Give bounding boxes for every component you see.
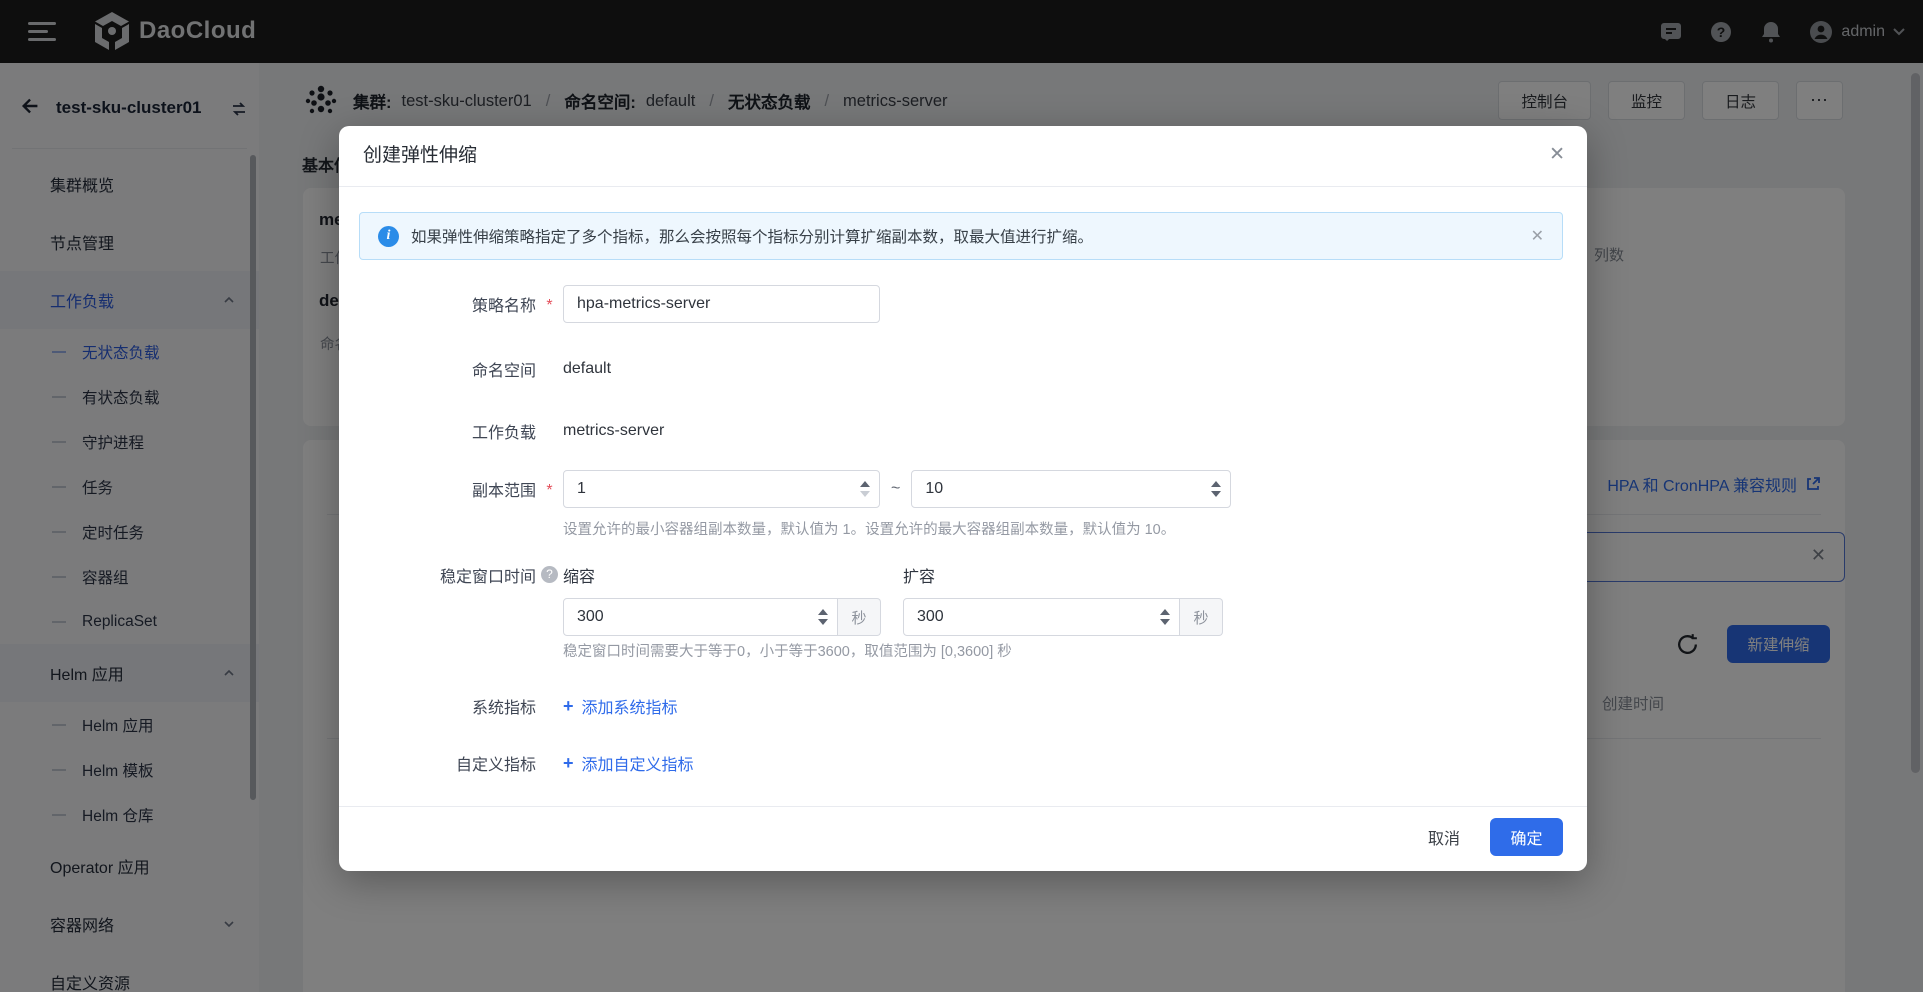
replica-min-stepper[interactable] [860, 481, 870, 497]
replica-max-stepper[interactable] [1211, 481, 1221, 497]
add-custom-metric-link[interactable]: + 添加自定义指标 [563, 751, 694, 775]
scale-out-label: 扩容 [903, 563, 1223, 587]
scale-in-stepper[interactable] [818, 609, 828, 625]
scale-in-label: 缩容 [563, 563, 881, 587]
replica-range-helper: 设置允许的最小容器组副本数量，默认值为 1。设置允许的最大容器组副本数量，默认值… [563, 518, 1175, 539]
modal-header-divider [339, 186, 1587, 187]
info-alert-text: 如果弹性伸缩策略指定了多个指标，那么会按照每个指标分别计算扩缩副本数，取最大值进… [411, 225, 1519, 247]
seconds-unit: 秒 [1180, 598, 1223, 636]
confirm-button[interactable]: 确定 [1490, 818, 1563, 856]
required-asterisk: * [546, 297, 552, 314]
alert-close-icon[interactable]: ✕ [1531, 226, 1544, 246]
scale-in-group: 300 秒 [563, 598, 881, 636]
namespace-value: default [563, 360, 611, 378]
stability-window-helper: 稳定窗口时间需要大于等于0，小于等于3600，取值范围为 [0,3600] 秒 [563, 640, 1012, 661]
required-asterisk: * [546, 482, 552, 499]
scale-out-group: 300 秒 [903, 598, 1223, 636]
modal-close-icon[interactable]: ✕ [1549, 144, 1565, 166]
plus-icon: + [563, 698, 574, 714]
stability-window-label: 稳定窗口时间 [339, 563, 536, 636]
replica-range-label: 副本范围 [339, 477, 536, 501]
add-system-metric-link[interactable]: + 添加系统指标 [563, 694, 678, 718]
range-separator: ~ [880, 480, 911, 498]
system-metrics-label: 系统指标 [339, 694, 536, 718]
scale-out-stepper[interactable] [1160, 609, 1170, 625]
namespace-label: 命名空间 [339, 357, 536, 381]
cancel-button[interactable]: 取消 [1428, 825, 1460, 849]
scale-in-window-input[interactable]: 300 [563, 598, 838, 636]
modal-title: 创建弹性伸缩 [363, 126, 477, 186]
custom-metrics-label: 自定义指标 [339, 751, 536, 775]
create-hpa-modal: 创建弹性伸缩 ✕ i 如果弹性伸缩策略指定了多个指标，那么会按照每个指标分别计算… [339, 126, 1587, 871]
modal-footer-divider [339, 806, 1587, 807]
info-alert: i 如果弹性伸缩策略指定了多个指标，那么会按照每个指标分别计算扩缩副本数，取最大… [359, 212, 1563, 260]
info-icon: i [378, 226, 399, 247]
policy-name-label: 策略名称 [339, 292, 536, 316]
replica-min-input[interactable]: 1 [563, 470, 880, 508]
app-root: DaoCloud ? admin [0, 0, 1923, 992]
modal-footer: 取消 确定 [1428, 818, 1563, 856]
replica-max-input[interactable]: 10 [911, 470, 1231, 508]
scale-out-window-input[interactable]: 300 [903, 598, 1180, 636]
policy-name-input[interactable]: hpa-metrics-server [563, 285, 880, 323]
workload-value: metrics-server [563, 422, 664, 440]
help-icon[interactable]: ? [541, 566, 558, 583]
workload-label: 工作负载 [339, 419, 536, 443]
seconds-unit: 秒 [838, 598, 881, 636]
plus-icon: + [563, 755, 574, 771]
